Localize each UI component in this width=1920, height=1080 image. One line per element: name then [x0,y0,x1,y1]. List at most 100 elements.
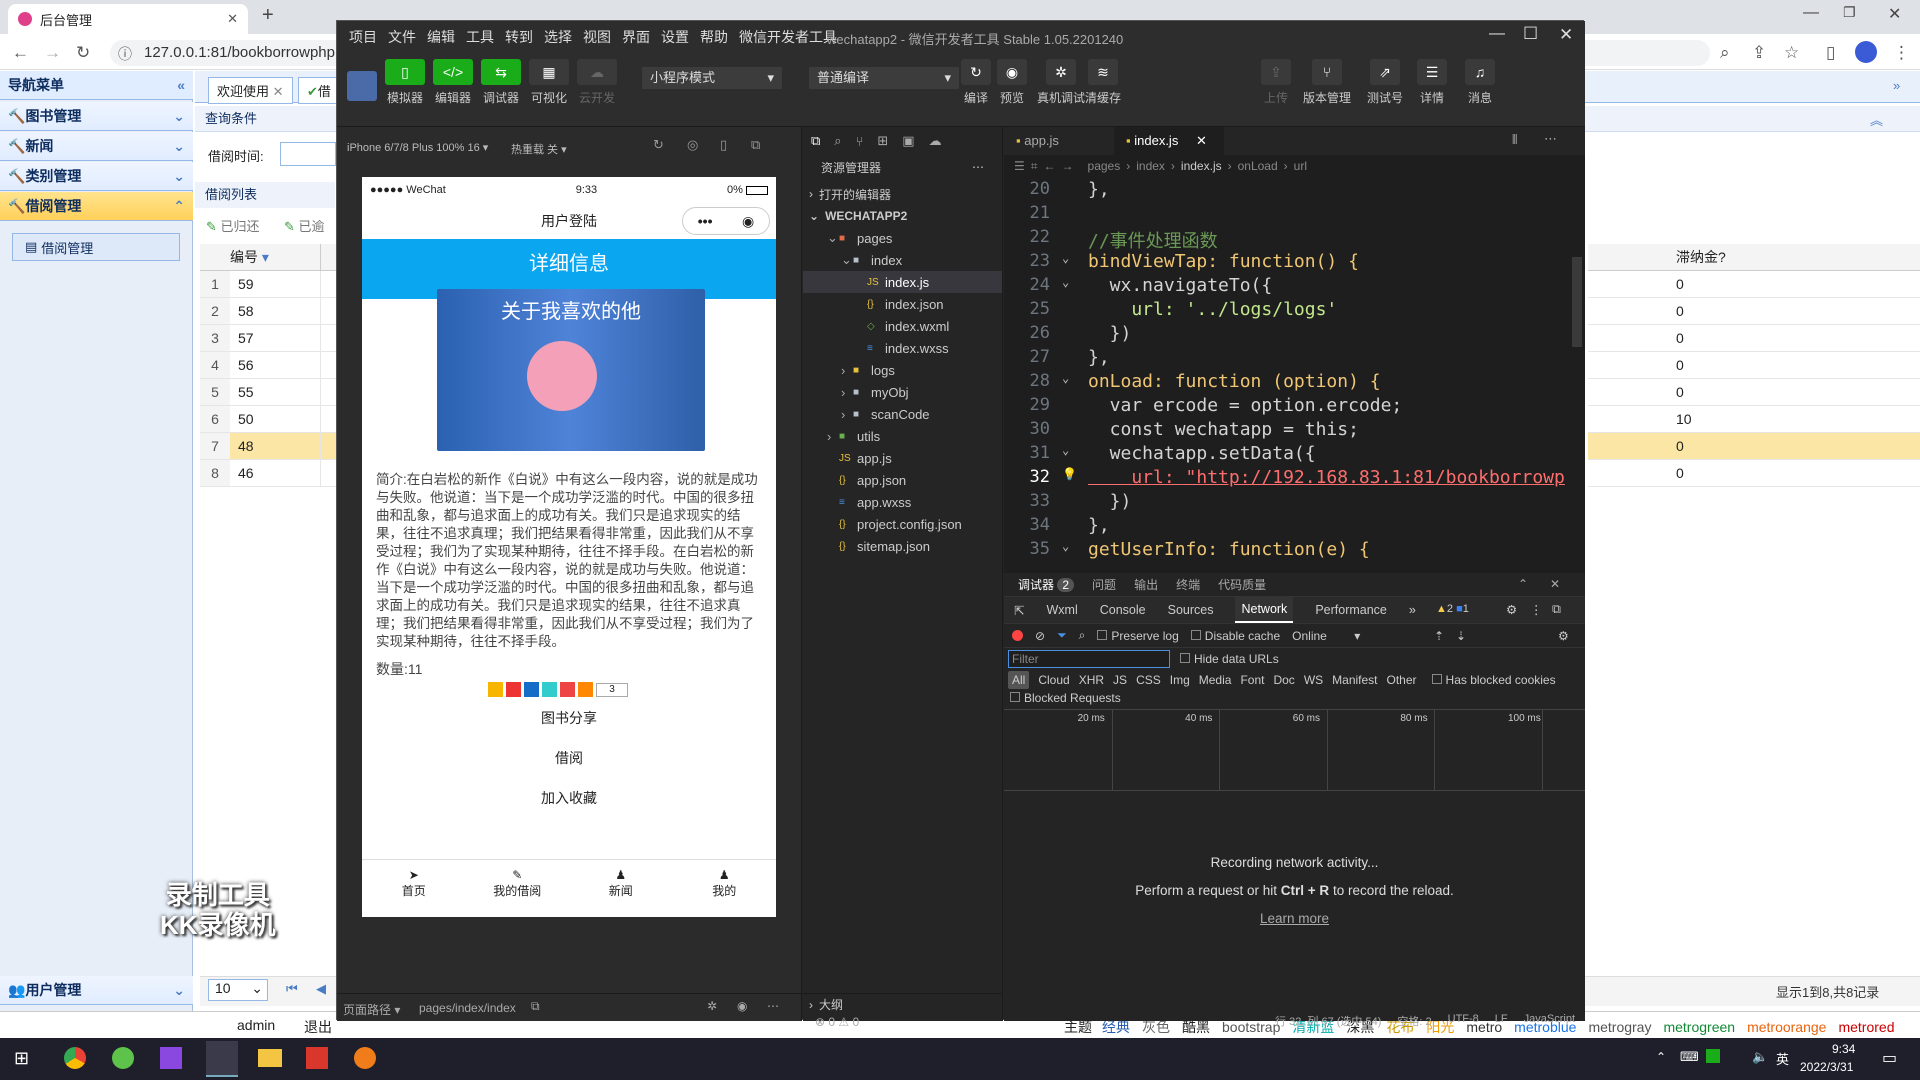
table-row[interactable]: 4 56 [200,352,336,379]
code-line[interactable]: 23 ⌄ bindViewTap: function() { [1004,251,1585,275]
speaker-tray-icon[interactable]: 🔈 [1752,1049,1768,1065]
table-row[interactable]: 3 57 [200,325,336,352]
capsule-button[interactable]: ••• ◉ [682,207,770,235]
clear-icon[interactable]: ⊘ [1035,629,1045,643]
cloud-icon[interactable]: ☁ [929,133,942,149]
table-row[interactable]: 0 [1588,460,1920,487]
menu-item[interactable]: 视图 [583,27,611,47]
menu-item[interactable]: 帮助 [700,27,728,47]
close-icon[interactable]: ✕ [273,84,284,99]
status-item[interactable]: 行 32, 列 67 (选中 54) [1275,1013,1381,1031]
code-line[interactable]: 21 [1004,203,1585,227]
close-mini-icon[interactable]: ◉ [742,203,754,239]
open-editors-section[interactable]: › 打开的编辑器 [803,183,1002,205]
tray-arrow-icon[interactable]: ⌃ [1656,1050,1666,1064]
hot-reload-select[interactable]: 热重载 关 ▾ [511,141,567,157]
table-row[interactable]: 0 [1588,298,1920,325]
code-line[interactable]: 33 }) [1004,491,1585,515]
tree-file[interactable]: JS index.js [803,271,1002,293]
code-line[interactable]: 22 //事件处理函数 [1004,227,1585,252]
menu-item[interactable]: 设置 [661,27,689,47]
popout-icon[interactable]: ⧉ [751,137,760,153]
import-icon[interactable]: ⇡ [1434,629,1444,643]
visual-button[interactable]: ▦ 可视化 [529,59,569,106]
nav-section-users[interactable]: 👥用户管理 ⌄ [0,976,193,1005]
close-tab-icon[interactable]: ✕ [227,11,238,27]
close-tab-icon[interactable]: ✕ [1196,133,1207,148]
more-icon[interactable]: ⋯ [972,160,984,174]
expand-icon[interactable]: ⌄ [173,168,185,185]
files-icon[interactable]: ⧉ [811,133,820,149]
menu-item[interactable]: 工具 [466,27,494,47]
settings-gear-icon[interactable]: ⚙ [1506,602,1517,617]
code-line[interactable]: 20}, [1004,179,1585,203]
wechat-tray-icon[interactable] [1706,1049,1720,1063]
theme-link[interactable]: metrored [1838,1019,1894,1035]
bug-small-icon[interactable]: ✲ [707,999,717,1013]
code-line[interactable]: 24 ⌄ wx.navigateTo({ [1004,275,1585,299]
code-line[interactable]: 29 var ercode = option.ercode; [1004,395,1585,419]
chrome-taskbar-icon[interactable] [64,1047,86,1069]
blocked-cookies-checkbox[interactable]: Has blocked cookies [1431,673,1556,687]
col-id-header[interactable]: 编号 ▾ [230,247,320,267]
renren-icon[interactable] [524,682,539,697]
expand-icon[interactable]: ⌄ [173,982,185,999]
code-line[interactable]: 35 ⌄ getUserInfo: function(e) { [1004,539,1585,563]
tab-mine[interactable]: ♟ 我的 [673,860,777,917]
close-panel-icon[interactable]: ✕ [1550,577,1560,591]
code-line[interactable]: 27}, [1004,347,1585,371]
table-row[interactable]: 0 [1588,271,1920,298]
profile-avatar[interactable] [1855,41,1877,63]
folder-taskbar-icon[interactable] [258,1049,282,1067]
tab-problems[interactable]: 问题 [1092,576,1116,593]
tree-folder[interactable]: › ■ logs [803,359,1002,381]
inspect-icon[interactable]: ⇱ [1014,603,1024,618]
tree-file[interactable]: ≡ index.wxss [803,337,1002,359]
kebab-icon[interactable]: ⋮ [1530,602,1543,617]
browser-tab[interactable]: 后台管理 ✕ [8,4,248,34]
tab-terminal[interactable]: 终端 [1176,576,1200,593]
borrow-time-input[interactable] [280,142,336,166]
returned-button[interactable]: ✎ 已归还 [206,216,260,235]
debugger-button[interactable]: ⇆ 调试器 [481,59,521,106]
type-filter[interactable]: Img [1170,673,1190,687]
editor-scrollbar[interactable] [1572,257,1582,347]
collapse-up-icon[interactable]: ︽ [1870,110,1883,129]
tab-my-borrow[interactable]: ✎ 我的借阅 [466,860,570,917]
filter-icon[interactable]: ⏷ [1057,628,1067,643]
collapse-icon[interactable]: ⌃ [173,198,185,215]
bookmark-icon[interactable]: ⌗ [1031,159,1038,174]
table-row[interactable]: 1 59 [200,271,336,298]
test-account-button[interactable]: ⇗ 测试号 [1367,59,1403,106]
menu-item[interactable]: 转到 [505,27,533,47]
tab-sources[interactable]: Sources [1168,603,1214,617]
close-browser-icon[interactable]: ✕ [1888,4,1901,24]
type-filter[interactable]: JS [1113,673,1127,687]
code-line[interactable]: 26 }) [1004,323,1585,347]
status-item[interactable]: LF [1495,1013,1508,1031]
tab-news[interactable]: ♟ 新闻 [569,860,673,917]
table-row[interactable]: 0 [1588,352,1920,379]
tree-file[interactable]: JS app.js [803,447,1002,469]
ime-indicator[interactable]: 英 [1776,1049,1789,1068]
real-debug-button[interactable]: ✲ 真机调试 [1037,59,1085,106]
table-row[interactable]: 7 48 [200,433,336,460]
nav-section-borrow[interactable]: 🔨借阅管理 ⌃ [0,192,193,221]
notification-icon[interactable]: ▭ [1882,1048,1897,1068]
share-icons[interactable]: 3 [488,682,628,697]
code-line[interactable]: 25 url: '../logs/logs' [1004,299,1585,323]
minimize-icon[interactable]: — [1489,25,1505,43]
douban-icon[interactable] [560,682,575,697]
learn-more-link[interactable]: Learn more [1004,905,1585,933]
plus-icon[interactable] [578,682,593,697]
favorite-button[interactable]: 加入收藏 [362,788,776,808]
code-line[interactable]: 32 💡 url: "http://192.168.83.1:81/bookbor… [1004,467,1585,491]
table-row[interactable]: 0 [1588,325,1920,352]
collapse-nav-icon[interactable]: « [177,77,185,93]
minimize-browser-icon[interactable]: — [1803,4,1819,22]
new-tab-icon[interactable]: + [262,4,274,27]
reload-icon[interactable]: ↻ [76,43,90,63]
menu-item[interactable]: 微信开发者工具 [739,27,837,47]
close-window-icon[interactable]: ✕ [1559,25,1573,45]
tencent-icon[interactable] [542,682,557,697]
